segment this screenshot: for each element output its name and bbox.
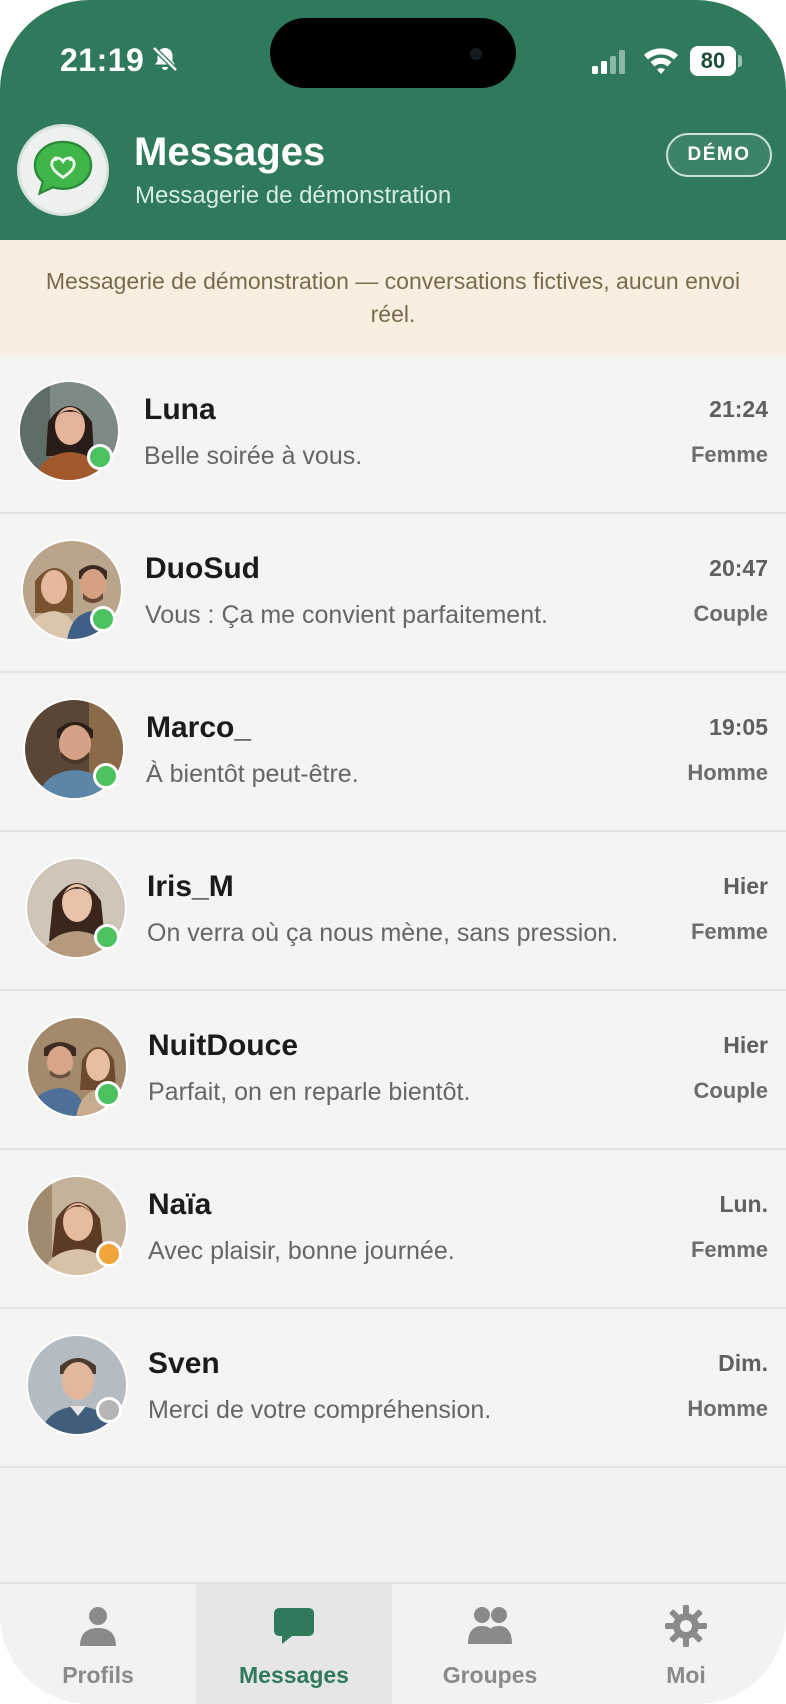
message-time: Hier xyxy=(723,1032,768,1058)
presence-online-dot xyxy=(93,763,119,789)
message-time: 20:47 xyxy=(709,555,768,581)
message-preview: Vous : Ça me convient parfaitement. xyxy=(145,601,548,629)
wifi-icon xyxy=(644,48,678,74)
battery-indicator: 80 xyxy=(690,46,736,76)
message-preview: On verra où ça nous mène, sans pression. xyxy=(147,919,619,947)
signal-icon xyxy=(592,50,625,74)
message-preview: À bientôt peut-être. xyxy=(146,760,359,788)
conversation-row[interactable]: Sven Merci de votre compréhension. Dim. … xyxy=(0,1309,786,1468)
bell-off-icon xyxy=(152,46,178,72)
tab-label: Groupes xyxy=(442,1662,538,1688)
conversation-row[interactable]: Iris_M On verra où ça nous mène, sans pr… xyxy=(0,832,786,991)
profile-type: Femme xyxy=(690,919,768,944)
tab-messages[interactable]: Messages xyxy=(196,1584,392,1704)
battery-tip xyxy=(738,55,742,67)
demo-badge[interactable]: DÉMO xyxy=(666,133,772,177)
tab-label: Messages xyxy=(239,1662,349,1688)
profile-type: Homme xyxy=(687,1396,768,1421)
status-time: 21:19 xyxy=(60,42,145,78)
profile-type: Homme xyxy=(687,760,768,785)
profile-type: Couple xyxy=(693,1078,768,1103)
message-preview: Merci de votre compréhension. xyxy=(148,1396,492,1424)
message-time: 21:24 xyxy=(709,396,768,422)
message-preview: Parfait, on en reparle bientôt. xyxy=(148,1078,471,1106)
message-time: Dim. xyxy=(718,1350,768,1376)
person-icon xyxy=(80,1607,116,1646)
phone-screen: 21:19 80 Messages Messagerie de démonstr… xyxy=(0,0,786,1704)
group-icon xyxy=(468,1607,512,1644)
contact-name: Marco_ xyxy=(146,711,252,744)
contact-name: Luna xyxy=(144,393,216,426)
message-time: Hier xyxy=(723,873,768,899)
contact-name: NuitDouce xyxy=(148,1029,298,1062)
camera-dot xyxy=(470,48,482,60)
message-time: 19:05 xyxy=(709,714,768,740)
conversation-row[interactable]: NuitDouce Parfait, on en reparle bientôt… xyxy=(0,991,786,1150)
app-logo xyxy=(17,124,109,216)
message-time: Lun. xyxy=(719,1191,768,1217)
presence-offline-dot xyxy=(96,1397,122,1423)
contact-name: Naïa xyxy=(148,1188,212,1221)
presence-online-dot xyxy=(95,1081,121,1107)
presence-away-dot xyxy=(96,1241,122,1267)
contact-name: DuoSud xyxy=(145,552,260,585)
chat-bubble-icon xyxy=(274,1608,314,1644)
chat-heart-logo-icon xyxy=(33,140,93,196)
contact-name: Iris_M xyxy=(147,870,234,903)
presence-online-dot xyxy=(94,924,120,950)
conversation-row[interactable]: DuoSud Vous : Ça me convient parfaitemen… xyxy=(0,514,786,673)
conversation-row[interactable]: Luna Belle soirée à vous. 21:24 Femme xyxy=(0,355,786,514)
status-bar: 21:19 80 xyxy=(0,0,786,110)
app-header: 21:19 80 Messages Messagerie de démonstr… xyxy=(0,0,786,240)
tab-groupes[interactable]: Groupes xyxy=(392,1584,588,1704)
profile-type: Couple xyxy=(693,601,768,626)
conversation-row[interactable]: Naïa Avec plaisir, bonne journée. Lun. F… xyxy=(0,1150,786,1309)
bottom-tab-bar: Profils Messages Groupes Moi xyxy=(0,1582,786,1704)
contact-name: Sven xyxy=(148,1347,220,1380)
tab-moi[interactable]: Moi xyxy=(588,1584,784,1704)
message-preview: Avec plaisir, bonne journée. xyxy=(148,1237,455,1265)
conversation-row[interactable]: Marco_ À bientôt peut-être. 19:05 Homme xyxy=(0,673,786,832)
presence-online-dot xyxy=(90,606,116,632)
gear-icon xyxy=(665,1605,707,1647)
conversation-list: Luna Belle soirée à vous. 21:24 Femme Du… xyxy=(0,355,786,1468)
tab-label: Profils xyxy=(62,1662,134,1688)
presence-online-dot xyxy=(87,444,113,470)
page-title: Messages xyxy=(134,130,326,174)
demo-banner: Messagerie de démonstration — conversati… xyxy=(0,240,786,355)
demo-banner-text: Messagerie de démonstration — conversati… xyxy=(45,268,741,327)
tab-label: Moi xyxy=(666,1662,706,1688)
page-subtitle: Messagerie de démonstration xyxy=(135,182,452,209)
message-preview: Belle soirée à vous. xyxy=(144,442,363,470)
profile-type: Femme xyxy=(690,442,768,467)
profile-type: Femme xyxy=(690,1237,768,1262)
tab-profils[interactable]: Profils xyxy=(0,1584,196,1704)
